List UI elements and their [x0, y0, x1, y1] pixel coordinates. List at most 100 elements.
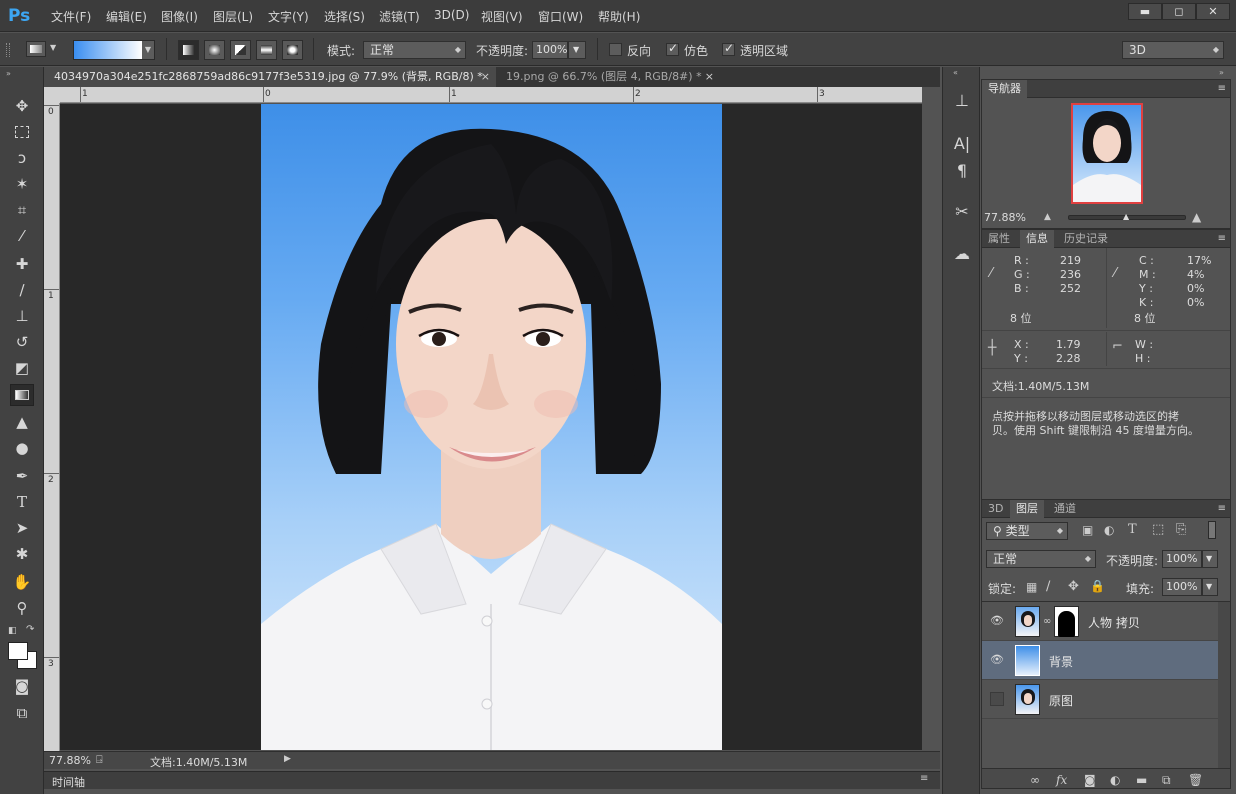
zoom-level[interactable]: 77.88%	[49, 754, 91, 767]
ruler-vertical[interactable]: 0 1 2 3	[44, 103, 60, 751]
tab-info[interactable]: 信息	[1020, 230, 1054, 248]
reverse-checkbox[interactable]	[609, 43, 622, 56]
move-tool-icon[interactable]: ✥	[10, 95, 34, 117]
layer-row-original[interactable]: 原图	[982, 680, 1218, 719]
link-layers-icon[interactable]: ∞	[1030, 773, 1040, 787]
chevron-down-icon[interactable]: ▼	[50, 43, 56, 52]
healing-brush-tool-icon[interactable]: ✚	[10, 253, 34, 275]
layer-name[interactable]: 原图	[1049, 692, 1073, 709]
menu-layer[interactable]: 图层(L)	[213, 8, 253, 25]
tab-properties[interactable]: 属性	[982, 230, 1016, 248]
filter-shape-icon[interactable]: ⬚	[1152, 522, 1164, 537]
paragraph-icon[interactable]: ¶	[951, 160, 973, 182]
layer-filter-select[interactable]: ⚲ 类型 ◆	[986, 522, 1068, 540]
tab-layers[interactable]: 图层	[1010, 500, 1044, 518]
magic-wand-tool-icon[interactable]: ✶	[10, 173, 34, 195]
eye-icon[interactable]	[990, 692, 1004, 706]
gradient-tool-preset-icon[interactable]	[26, 41, 46, 57]
close-button[interactable]: ✕	[1196, 3, 1230, 20]
close-icon[interactable]: ×	[481, 67, 490, 87]
brush-tool-icon[interactable]: ∕	[10, 279, 34, 301]
add-mask-icon[interactable]: ◙	[1084, 773, 1096, 787]
layer-mask-thumbnail[interactable]	[1054, 606, 1079, 637]
hand-tool-icon[interactable]: ✋	[10, 571, 34, 593]
opacity-dropdown-icon[interactable]: ▼	[568, 41, 586, 59]
layer-row-person-copy[interactable]: 👁 ∞ 人物 拷贝	[982, 602, 1218, 641]
ruler-horizontal[interactable]: 1 0 1 2 3	[60, 87, 922, 103]
navigator-zoom[interactable]: 77.88%	[984, 211, 1026, 224]
tab-document-1[interactable]: 4034970a304e251fc2868759ad86c9177f3e5319…	[44, 67, 496, 87]
gradient-tool-icon[interactable]	[10, 384, 34, 406]
filter-adjustment-icon[interactable]: ◐	[1104, 523, 1114, 537]
menu-view[interactable]: 视图(V)	[481, 8, 523, 25]
tab-3d[interactable]: 3D	[982, 500, 1009, 518]
zoom-tool-icon[interactable]: ⚲	[10, 597, 34, 619]
transparency-checkbox[interactable]	[722, 41, 735, 56]
filter-pixel-icon[interactable]: ▣	[1082, 523, 1093, 537]
layer-name[interactable]: 人物 拷贝	[1088, 614, 1140, 631]
new-layer-icon[interactable]: ⧉	[1162, 773, 1171, 788]
collapse-icon[interactable]: »	[1219, 68, 1224, 77]
crop-tool-icon[interactable]: ⌗	[10, 199, 34, 221]
menu-file[interactable]: 文件(F)	[51, 8, 91, 25]
filter-type-icon[interactable]: T	[1128, 522, 1137, 537]
panel-menu-icon[interactable]: ≡	[920, 773, 928, 784]
filter-smart-object-icon[interactable]: ⎘	[1176, 522, 1186, 537]
blend-mode-select[interactable]: 正常 ◆	[986, 550, 1096, 568]
slider-handle-icon[interactable]: ▲	[1123, 212, 1129, 221]
blur-tool-icon[interactable]: ▲	[10, 411, 34, 433]
workspace-select[interactable]: 3D ◆	[1122, 41, 1224, 59]
type-tool-icon[interactable]: T	[10, 491, 34, 513]
tab-document-2[interactable]: 19.png @ 66.7% (图层 4, RGB/8#) * ×	[496, 67, 720, 87]
eraser-tool-icon[interactable]: ◩	[10, 357, 34, 379]
marquee-tool-icon[interactable]	[10, 121, 34, 143]
history-brush-tool-icon[interactable]: ↺	[10, 331, 34, 353]
menu-type[interactable]: 文字(Y)	[268, 8, 309, 25]
tab-channels[interactable]: 通道	[1048, 500, 1082, 518]
lock-transparent-icon[interactable]: ▦	[1026, 580, 1037, 594]
dither-checkbox[interactable]	[666, 41, 679, 56]
zoom-in-icon[interactable]: ▲	[1192, 210, 1201, 224]
zoom-slider[interactable]: ▲	[1068, 212, 1186, 221]
radial-gradient-button[interactable]	[204, 40, 225, 60]
panel-menu-icon[interactable]: ≡	[1218, 500, 1226, 518]
opacity-input[interactable]: 100%	[532, 41, 568, 59]
diamond-gradient-button[interactable]	[282, 40, 303, 60]
linear-gradient-button[interactable]	[178, 40, 199, 60]
play-icon[interactable]: ▶	[284, 754, 291, 764]
swap-colors-icon[interactable]: ↷	[26, 624, 34, 635]
menu-edit[interactable]: 编辑(E)	[106, 8, 147, 25]
shape-tool-icon[interactable]: ✱	[10, 543, 34, 565]
new-group-icon[interactable]: ▬	[1136, 773, 1147, 787]
character-icon[interactable]: A|	[951, 133, 973, 155]
lasso-tool-icon[interactable]: ↄ	[10, 147, 34, 169]
ruler-corner[interactable]	[44, 87, 60, 103]
angle-gradient-button[interactable]	[230, 40, 251, 60]
menu-window[interactable]: 窗口(W)	[538, 8, 583, 25]
creative-cloud-icon[interactable]: ☁	[951, 243, 973, 265]
tab-history[interactable]: 历史记录	[1058, 230, 1114, 248]
panel-menu-icon[interactable]: ≡	[1218, 230, 1226, 248]
eyedropper-tool-icon[interactable]: ⁄	[10, 225, 34, 247]
menu-3d[interactable]: 3D(D)	[434, 8, 469, 22]
screen-mode-icon[interactable]: ⧉	[10, 702, 34, 724]
link-icon[interactable]: ∞	[1043, 616, 1051, 627]
brush-settings-icon[interactable]: ✂	[951, 201, 973, 223]
close-icon[interactable]: ×	[705, 67, 714, 87]
zoom-out-icon[interactable]: ▲	[1044, 212, 1051, 222]
minimize-button[interactable]: ▬	[1128, 3, 1162, 20]
maximize-button[interactable]: ◻	[1162, 3, 1196, 20]
tab-navigator[interactable]: 导航器	[982, 80, 1027, 98]
layer-name[interactable]: 背景	[1049, 653, 1073, 670]
menu-filter[interactable]: 滤镜(T)	[379, 8, 420, 25]
lock-paint-icon[interactable]: ∕	[1046, 579, 1050, 594]
filter-toggle[interactable]	[1208, 521, 1216, 539]
panel-menu-icon[interactable]: ≡	[1218, 80, 1226, 98]
eye-icon[interactable]: 👁	[990, 614, 1004, 628]
navigator-preview[interactable]	[1071, 103, 1143, 204]
menu-select[interactable]: 选择(S)	[324, 8, 365, 25]
layer-opacity-input[interactable]: 100%	[1162, 550, 1202, 568]
chevron-down-icon[interactable]: ▼	[1202, 578, 1218, 596]
collapse-icon[interactable]: »	[6, 69, 11, 78]
menu-image[interactable]: 图像(I)	[161, 8, 198, 25]
